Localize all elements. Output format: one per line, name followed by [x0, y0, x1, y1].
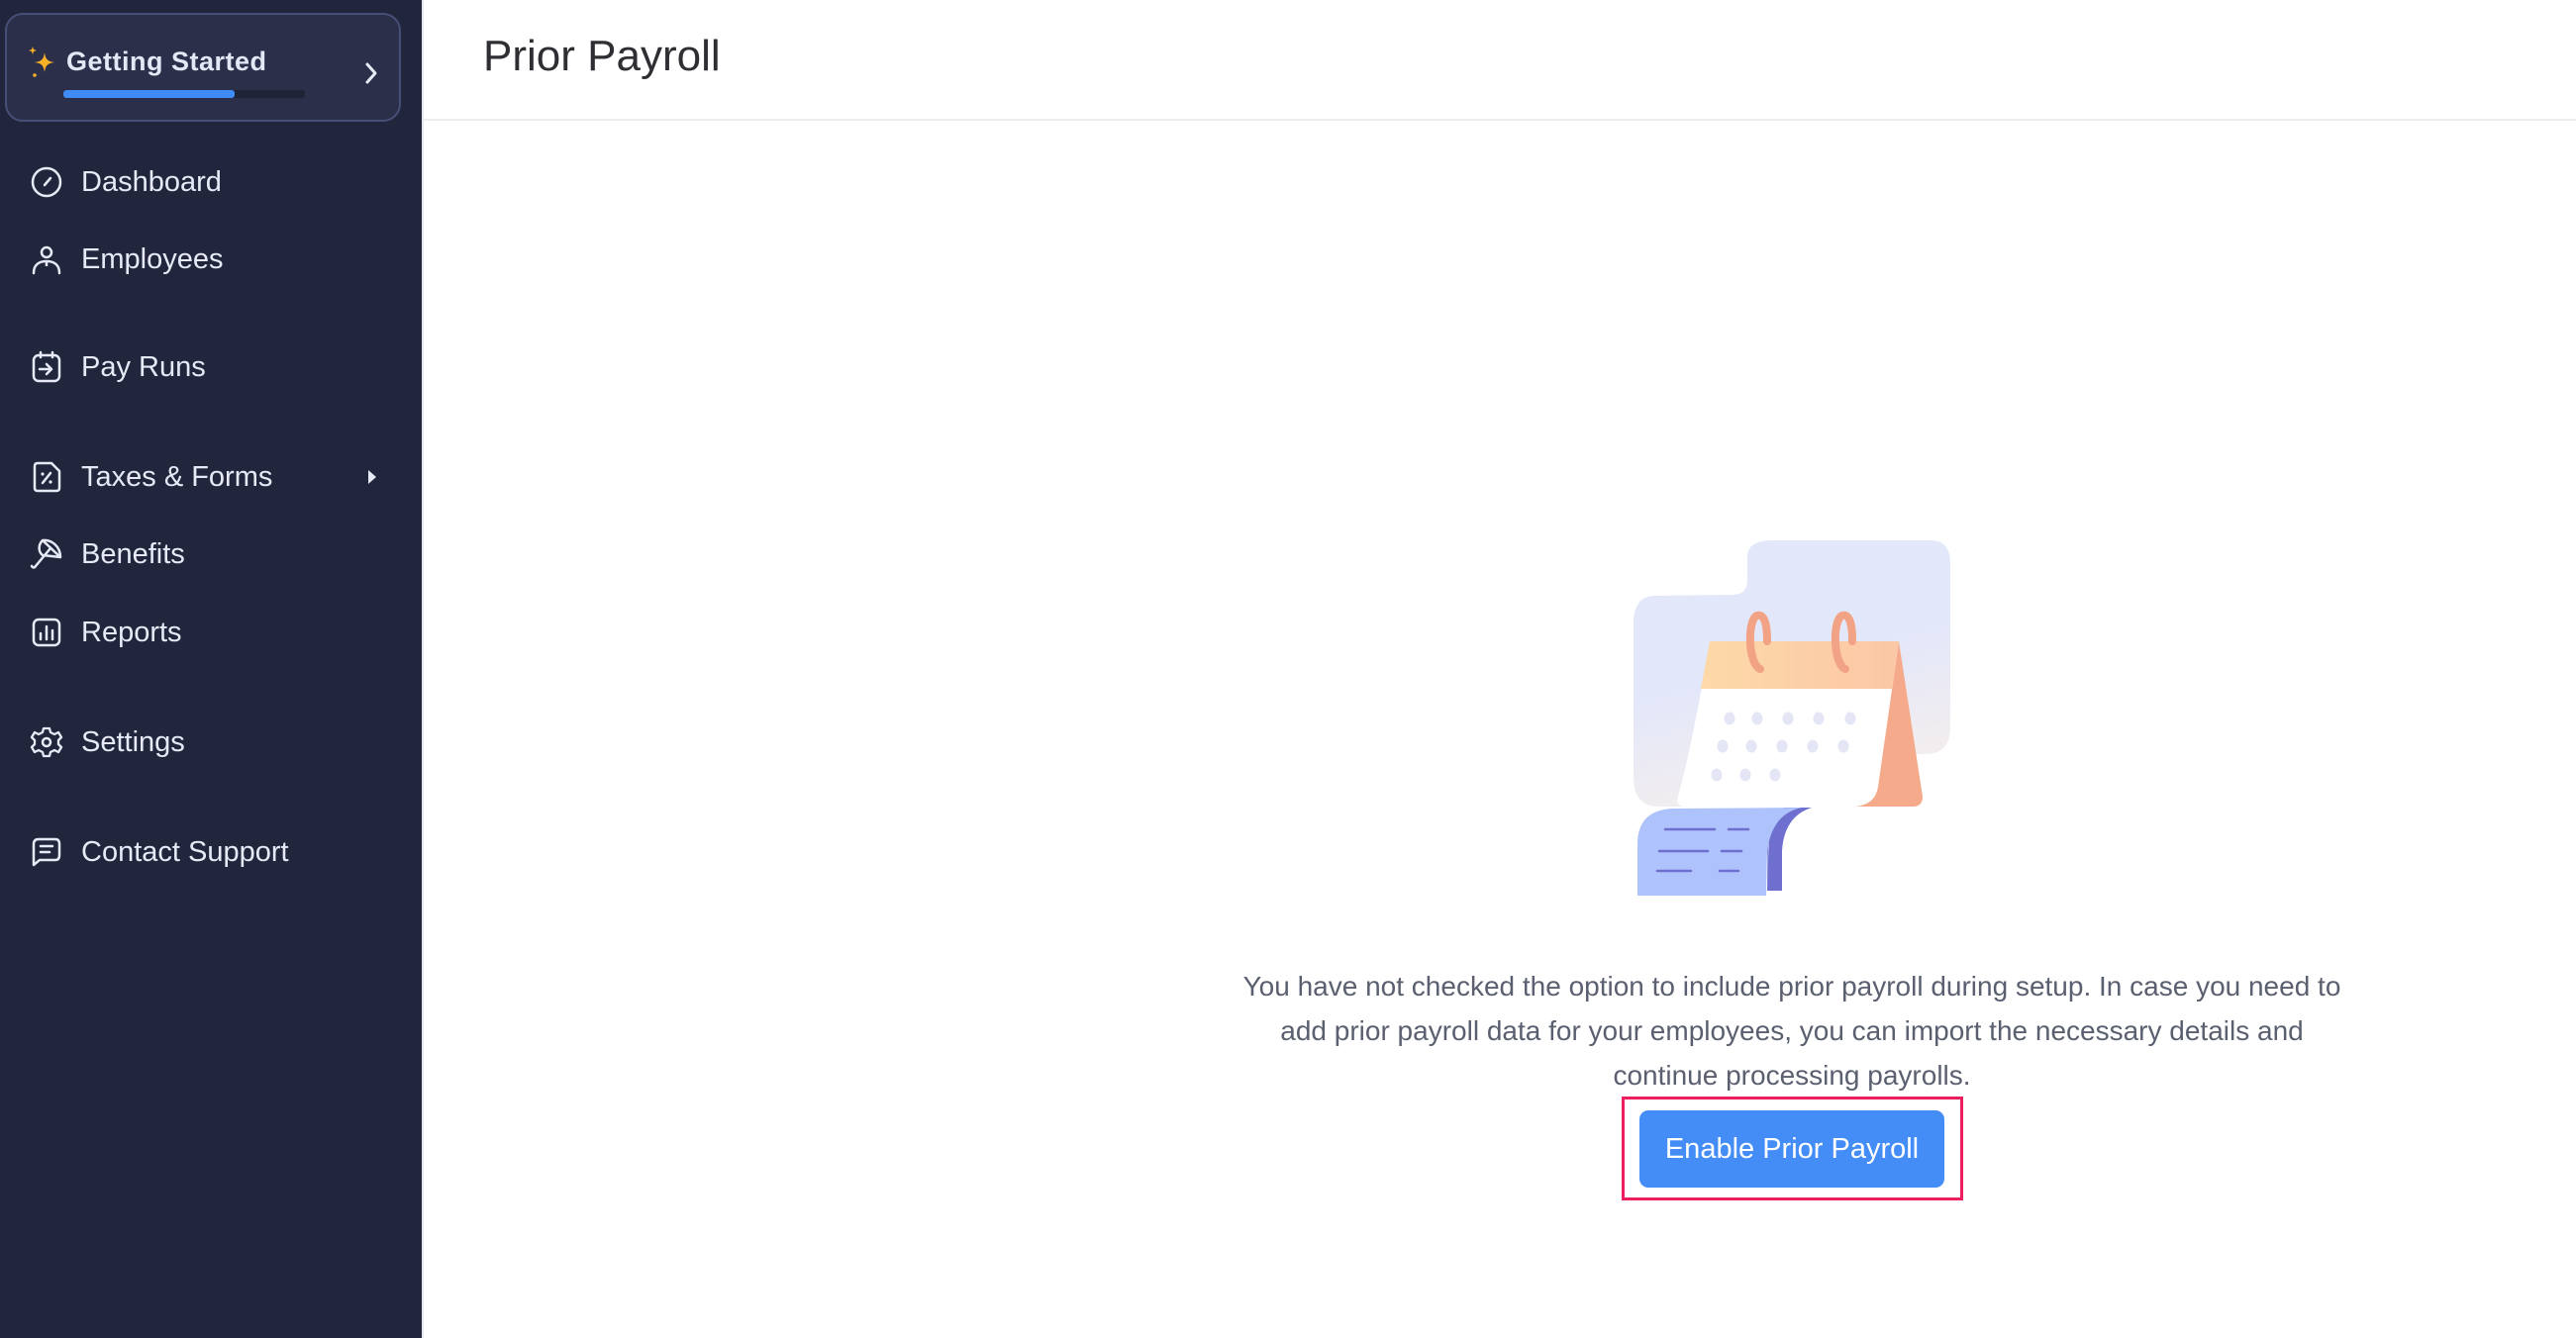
dashboard-gauge-icon	[31, 166, 62, 198]
sidebar-item-dashboard[interactable]: Dashboard	[0, 151, 422, 211]
getting-started-progress	[63, 90, 305, 98]
chevron-right-icon	[365, 62, 377, 84]
page-title: Prior Payroll	[483, 32, 721, 80]
calendar-document-illustration	[1634, 540, 1950, 896]
page-header: Prior Payroll	[424, 0, 2576, 121]
sidebar-item-label: Pay Runs	[81, 351, 206, 383]
user-icon	[32, 245, 61, 275]
bar-chart-icon	[32, 618, 61, 647]
sparkle-icon	[29, 47, 54, 77]
sidebar-divider	[422, 0, 424, 1338]
getting-started-card[interactable]: Getting Started	[5, 13, 401, 122]
sidebar-item-reports[interactable]: Reports	[0, 602, 422, 661]
caret-right-icon	[368, 470, 376, 484]
sidebar-item-label: Benefits	[81, 538, 185, 570]
sidebar-item-label: Taxes & Forms	[81, 461, 273, 493]
sidebar-item-settings[interactable]: Settings	[0, 712, 422, 771]
sidebar-item-label: Employees	[81, 243, 224, 275]
sidebar-item-taxes-forms[interactable]: Taxes & Forms	[0, 446, 422, 506]
gear-icon	[30, 726, 63, 758]
enable-prior-payroll-button[interactable]: Enable Prior Payroll	[1639, 1110, 1944, 1188]
sidebar-item-pay-runs[interactable]: Pay Runs	[0, 336, 422, 396]
sidebar-item-label: Reports	[81, 617, 182, 648]
calendar-arrow-icon	[32, 350, 61, 383]
sidebar: Getting Started Dashboard Employees Pay …	[0, 0, 422, 1338]
sidebar-item-label: Settings	[81, 726, 185, 758]
chat-icon	[32, 837, 61, 867]
calendar-top	[1701, 641, 1899, 689]
sidebar-item-contact-support[interactable]: Contact Support	[0, 821, 422, 881]
getting-started-label: Getting Started	[66, 47, 267, 76]
progress-fill	[63, 90, 236, 98]
sidebar-item-label: Contact Support	[81, 836, 289, 868]
percent-document-icon	[33, 461, 61, 493]
sidebar-item-benefits[interactable]: Benefits	[0, 524, 422, 583]
sidebar-item-label: Dashboard	[81, 166, 222, 198]
umbrella-icon	[30, 538, 62, 569]
empty-state-message: You have not checked the option to inclu…	[1242, 971, 2341, 1091]
sidebar-item-employees[interactable]: Employees	[0, 229, 422, 288]
